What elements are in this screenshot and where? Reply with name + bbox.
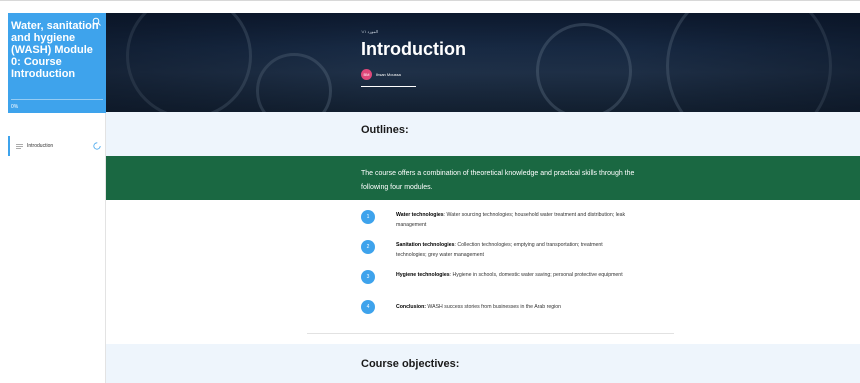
module-text: Sanitation technologies: Collection tech…: [396, 240, 626, 260]
intro-banner: The course offers a combination of theor…: [106, 156, 860, 200]
outlines-section: Outlines:: [106, 112, 860, 156]
module-desc: WASH success stories from businesses in …: [425, 304, 562, 310]
list-item: 4 Conclusion: WASH success stories from …: [361, 300, 661, 314]
divider: [307, 333, 674, 334]
module-desc: : Hygiene in schools, domestic water sav…: [449, 272, 623, 278]
intro-text: The course offers a combination of theor…: [361, 170, 635, 191]
modules-list: 1 Water technologies: Water sourcing tec…: [106, 200, 860, 344]
module-name: Conclusion:: [396, 304, 426, 310]
number-badge: 2: [361, 240, 375, 254]
number-badge: 4: [361, 300, 375, 314]
course-title: Water, sanitation and hygiene (WASH) Mod…: [11, 20, 99, 80]
objectives-section: Course objectives:: [106, 344, 860, 383]
lesson-banner: المورد ١/١ Introduction BM Ihsan Moussa: [106, 13, 860, 112]
list-item: 1 Water technologies: Water sourcing tec…: [361, 210, 661, 230]
outlines-heading: Outlines:: [361, 124, 409, 136]
search-icon[interactable]: [92, 17, 102, 27]
number-badge: 1: [361, 210, 375, 224]
lesson-title: Introduction: [361, 39, 466, 59]
avatar: BM: [361, 69, 372, 80]
number-badge: 3: [361, 270, 375, 284]
module-name: Water technologies: [396, 212, 444, 218]
module-text: Conclusion: WASH success stories from bu…: [396, 300, 626, 312]
sidebar-item-introduction[interactable]: Introduction: [8, 136, 106, 156]
module-name: Hygiene technologies: [396, 272, 450, 278]
progress-text: 0%: [11, 104, 19, 110]
list-item: 2 Sanitation technologies: Collection te…: [361, 240, 661, 260]
module-text: Hygiene technologies: Hygiene in schools…: [396, 270, 626, 280]
sidebar-header: Water, sanitation and hygiene (WASH) Mod…: [8, 13, 106, 113]
text-lines-icon: [16, 143, 23, 149]
author-name: Ihsan Moussa: [376, 72, 401, 77]
module-text: Water technologies: Water sourcing techn…: [396, 210, 626, 230]
title-underline: [361, 86, 416, 87]
module-name: Sanitation technologies: [396, 242, 455, 248]
lesson-counter: المورد ١/١: [361, 29, 378, 34]
course-sidebar: Water, sanitation and hygiene (WASH) Mod…: [8, 13, 106, 383]
sidebar-item-label: Introduction: [27, 143, 54, 149]
progress-ring-icon: [93, 142, 101, 150]
list-item: 3 Hygiene technologies: Hygiene in schoo…: [361, 270, 661, 284]
progress-bar: [11, 99, 103, 100]
objectives-heading: Course objectives:: [361, 358, 460, 370]
author: BM Ihsan Moussa: [361, 69, 401, 80]
app-frame: Water, sanitation and hygiene (WASH) Mod…: [0, 0, 860, 383]
